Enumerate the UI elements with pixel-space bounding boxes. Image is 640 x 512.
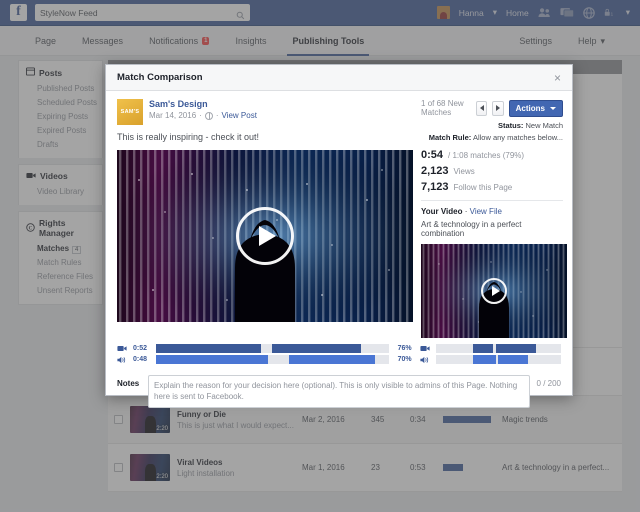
audio-track-line: 0:48 70%	[117, 355, 412, 364]
stat-row: 2,123 Views	[421, 165, 563, 177]
chevron-right-icon	[496, 105, 500, 111]
video-percent: 76%	[394, 345, 412, 352]
your-video-label: Your Video	[421, 207, 463, 216]
player-bars: 0:52 76% 0:48	[117, 344, 561, 366]
play-triangle-icon	[259, 226, 276, 246]
meta-separator-2: ·	[216, 111, 219, 120]
post-header: SAM'S Sam's Design Mar 14, 2016 · · View…	[117, 99, 413, 125]
video-camera-icon	[117, 345, 128, 352]
modal-right-column: 1 of 68 New Matches Actions Status: New …	[413, 99, 563, 338]
notes-label: Notes	[117, 375, 141, 388]
stat-sub: Views	[454, 167, 475, 176]
stat-row: 0:54 / 1:08 matches (79%)	[421, 149, 563, 161]
modal-top-section: SAM'S Sam's Design Mar 14, 2016 · · View…	[117, 99, 561, 338]
match-rule-label: Match Rule:	[429, 133, 472, 142]
audio-track-line	[420, 355, 561, 364]
actions-label: Actions	[516, 104, 545, 113]
video-track[interactable]	[156, 344, 389, 353]
app-root: f Hanna ▾ Home 1 ▾	[0, 0, 640, 512]
stat-sub: / 1:08 matches (79%)	[448, 151, 524, 160]
video-track-line: 0:52 76%	[117, 344, 412, 353]
match-count-label: 1 of 68 New Matches	[421, 99, 468, 117]
match-rule-line: Match Rule: Allow any matches below...	[421, 132, 563, 144]
public-globe-icon	[205, 112, 213, 120]
status-line: Status: New Match	[421, 120, 563, 132]
play-button-small[interactable]	[481, 278, 507, 304]
video-track-line	[420, 344, 561, 353]
modal-title: Match Comparison	[117, 72, 203, 83]
modal-left-column: SAM'S Sam's Design Mar 14, 2016 · · View…	[117, 99, 413, 338]
match-video-player[interactable]	[117, 150, 413, 322]
avatar-text: SAM'S	[121, 109, 140, 115]
next-match-button[interactable]	[492, 101, 503, 116]
your-video-description: Art & technology in a perfect combinatio…	[421, 220, 563, 238]
stat-row: 7,123 Follow this Page	[421, 181, 563, 193]
audio-track[interactable]	[156, 355, 389, 364]
modal-body: SAM'S Sam's Design Mar 14, 2016 · · View…	[106, 91, 572, 408]
post-header-text: Sam's Design Mar 14, 2016 · · View Post	[149, 99, 257, 125]
stat-sub: Follow this Page	[454, 183, 513, 192]
stat-value: 0:54	[421, 149, 443, 161]
match-navigation: 1 of 68 New Matches Actions	[421, 99, 563, 117]
match-stats: 0:54 / 1:08 matches (79%) 2,123 Views 7,…	[421, 149, 563, 193]
video-camera-icon	[420, 345, 431, 352]
notes-input[interactable]: Explain the reason for your decision her…	[148, 375, 530, 407]
match-meta: Status: New Match Match Rule: Allow any …	[421, 120, 563, 143]
chevron-down-icon	[550, 107, 556, 110]
meta-separator: ·	[465, 207, 468, 216]
previous-match-button[interactable]	[476, 101, 487, 116]
chevron-left-icon	[480, 105, 484, 111]
speaker-icon	[117, 356, 128, 364]
divider	[421, 200, 563, 201]
match-rule-value: Allow any matches below...	[473, 133, 563, 142]
stat-value: 7,123	[421, 181, 449, 193]
post-message: This is really inspiring - check it out!	[117, 132, 413, 142]
page-avatar[interactable]: SAM'S	[117, 99, 143, 125]
your-video-header: Your Video · View File	[421, 207, 563, 216]
close-icon[interactable]: ×	[554, 72, 561, 84]
match-comparison-modal: Match Comparison × SAM'S Sam's Design Ma…	[105, 64, 573, 396]
actions-button[interactable]: Actions	[509, 100, 563, 117]
meta-separator: ·	[199, 111, 202, 120]
status-value: New Match	[525, 121, 563, 130]
your-video-player[interactable]	[421, 244, 567, 338]
stat-value: 2,123	[421, 165, 449, 177]
post-date: Mar 14, 2016	[149, 111, 196, 120]
notes-character-counter: 0 / 200	[537, 375, 561, 388]
video-track[interactable]	[436, 344, 561, 353]
modal-header: Match Comparison ×	[106, 65, 572, 91]
audio-track[interactable]	[436, 355, 561, 364]
post-meta: Mar 14, 2016 · · View Post	[149, 111, 257, 120]
play-triangle-icon	[492, 286, 500, 296]
notes-section: Notes Explain the reason for your decisi…	[117, 375, 561, 407]
status-label: Status:	[498, 121, 523, 130]
speaker-icon	[420, 356, 431, 364]
play-button[interactable]	[236, 207, 294, 265]
your-player-bars	[412, 344, 561, 366]
page-name[interactable]: Sam's Design	[149, 99, 257, 109]
audio-time: 0:48	[133, 356, 151, 363]
view-file-link[interactable]: View File	[470, 207, 502, 216]
audio-percent: 70%	[394, 356, 412, 363]
video-time: 0:52	[133, 345, 151, 352]
view-post-link[interactable]: View Post	[221, 111, 256, 120]
match-player-bars: 0:52 76% 0:48	[117, 344, 412, 366]
